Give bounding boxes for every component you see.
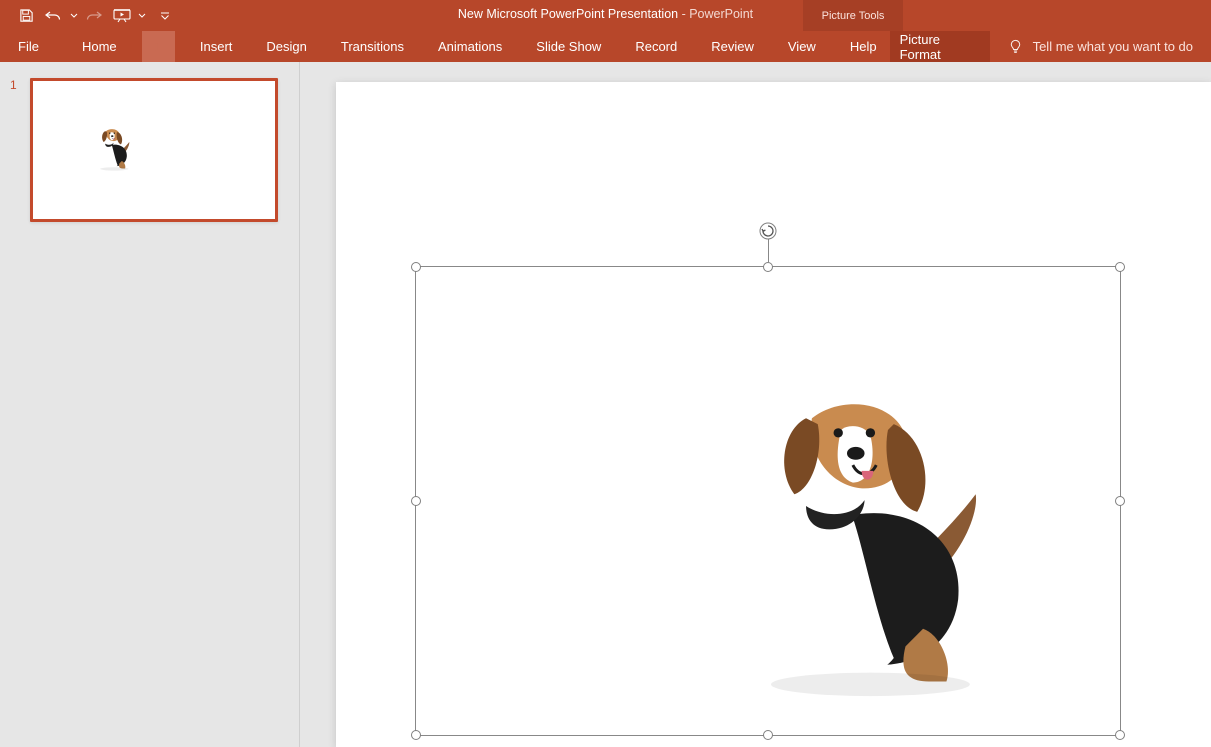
undo-dropdown[interactable] — [68, 2, 80, 30]
slide-thumbnail-1[interactable] — [30, 78, 278, 222]
tab-animations[interactable]: Animations — [425, 31, 515, 62]
tab-view[interactable]: View — [775, 31, 829, 62]
contextual-tab-label: Picture Tools — [822, 10, 885, 22]
chevron-down-icon — [138, 12, 146, 20]
tell-me-placeholder: Tell me what you want to do — [1033, 39, 1193, 54]
tab-design[interactable]: Design — [253, 31, 319, 62]
slide-editor[interactable] — [300, 62, 1211, 747]
tab-insert[interactable]: Insert — [187, 31, 246, 62]
tab-review[interactable]: Review — [698, 31, 767, 62]
resize-handle-w[interactable] — [411, 496, 421, 506]
presentation-icon — [113, 8, 131, 23]
resize-handle-se[interactable] — [1115, 730, 1125, 740]
resize-handle-sw[interactable] — [411, 730, 421, 740]
title-bar: New Microsoft PowerPoint Presentation - … — [0, 0, 1211, 31]
rotate-icon — [759, 222, 777, 240]
tab-slide-show[interactable]: Slide Show — [523, 31, 614, 62]
document-name: New Microsoft PowerPoint Presentation — [458, 7, 678, 21]
tab-hidden[interactable]: 1 — [142, 31, 175, 62]
tab-picture-format[interactable]: Picture Format — [890, 31, 990, 62]
tab-file[interactable]: File — [0, 31, 57, 62]
chevron-down-icon — [70, 12, 78, 20]
qat-customize-button[interactable] — [158, 2, 172, 30]
resize-handle-n[interactable] — [763, 262, 773, 272]
slide-number-1: 1 — [10, 78, 17, 92]
lightbulb-icon — [1008, 39, 1023, 54]
chevron-down-bar-icon — [160, 11, 170, 21]
tab-home[interactable]: Home — [69, 31, 130, 62]
resize-handle-ne[interactable] — [1115, 262, 1125, 272]
save-icon — [19, 8, 34, 23]
start-from-beginning-dropdown[interactable] — [136, 2, 148, 30]
tab-transitions[interactable]: Transitions — [328, 31, 417, 62]
selected-picture[interactable] — [415, 266, 1121, 736]
title-separator: - — [678, 7, 689, 21]
tell-me-search[interactable]: Tell me what you want to do — [990, 31, 1211, 62]
resize-handle-e[interactable] — [1115, 496, 1125, 506]
quick-access-toolbar — [0, 0, 172, 31]
tab-record[interactable]: Record — [622, 31, 690, 62]
rotation-handle[interactable] — [758, 221, 778, 241]
slide-canvas[interactable] — [336, 82, 1211, 747]
thumbnail-picture-icon — [89, 127, 133, 171]
redo-icon — [86, 9, 102, 23]
tab-help[interactable]: Help — [837, 31, 890, 62]
undo-button[interactable] — [40, 2, 68, 30]
save-button[interactable] — [12, 2, 40, 30]
redo-button[interactable] — [80, 2, 108, 30]
resize-handle-nw[interactable] — [411, 262, 421, 272]
undo-icon — [45, 9, 63, 23]
ribbon-tabs: File Home 1 Insert Design Transitions An… — [0, 31, 1211, 62]
workspace: 1 — [0, 62, 1211, 747]
picture-content-icon — [692, 389, 1002, 699]
window-title: New Microsoft PowerPoint Presentation - … — [0, 7, 1211, 21]
thumbnail-pane[interactable]: 1 — [0, 62, 300, 747]
start-from-beginning-button[interactable] — [108, 2, 136, 30]
contextual-tab-group-picture-tools: Picture Tools — [803, 0, 903, 31]
resize-handle-s[interactable] — [763, 730, 773, 740]
app-name: PowerPoint — [689, 7, 753, 21]
